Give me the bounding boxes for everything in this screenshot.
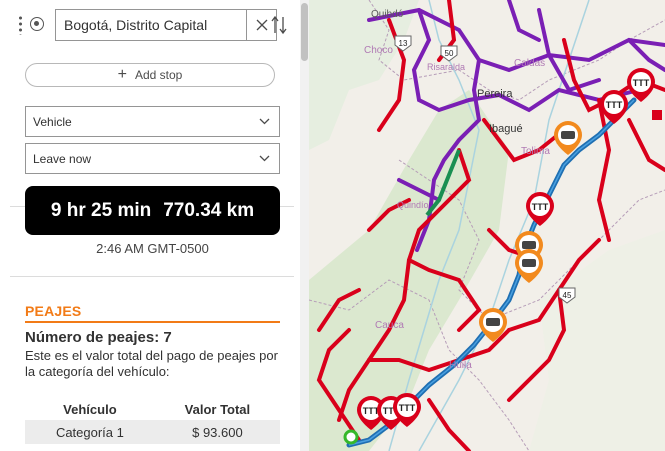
svg-text:TTT: TTT xyxy=(606,100,623,110)
map-canvas[interactable]: 13 50 40 45 Quibdó Choco Risaralda Calda… xyxy=(309,0,665,451)
total-value-cell: $ 93.600 xyxy=(154,420,280,444)
route-distance: 770.34 km xyxy=(163,199,255,221)
panel-scrollbar-thumb[interactable] xyxy=(301,3,308,61)
route-end-marker[interactable] xyxy=(343,429,359,445)
road-shield: 50 xyxy=(440,45,458,62)
chevron-down-icon xyxy=(259,118,270,125)
place-label: Cauca xyxy=(375,320,404,331)
route-summary-badge: 9 hr 25 min 770.34 km xyxy=(25,186,280,235)
place-label: Ibagué xyxy=(489,123,523,135)
add-stop-button[interactable]: + Add stop xyxy=(25,63,275,87)
map-view[interactable]: 13 50 40 45 Quibdó Choco Risaralda Calda… xyxy=(309,0,665,451)
tolls-section-title: PEAJES xyxy=(25,303,82,319)
place-label: Choco xyxy=(364,45,393,56)
swap-stops-icon[interactable] xyxy=(271,15,287,35)
boundary-line xyxy=(368,0,665,101)
divider xyxy=(10,276,294,277)
place-label: Caldas xyxy=(514,58,545,69)
place-label: Quindío xyxy=(397,200,429,210)
column-header-total: Valor Total xyxy=(184,401,251,417)
terrain-area xyxy=(529,230,665,451)
column-header-vehicle: Vehículo xyxy=(63,401,117,417)
svg-text:45: 45 xyxy=(563,291,572,300)
directions-panel: Bogotá, Distrito Capital + Add stop Vehi… xyxy=(0,0,309,451)
drag-handle-icon[interactable] xyxy=(19,15,22,35)
place-label: Tolima xyxy=(521,146,550,157)
close-icon xyxy=(256,19,267,31)
place-label: Pereira xyxy=(477,88,513,100)
place-label: Quibdó xyxy=(371,9,404,20)
departure-time-select[interactable]: Leave now xyxy=(25,143,280,174)
svg-text:TTT: TTT xyxy=(532,202,549,212)
travel-mode-select[interactable]: Vehicle xyxy=(25,106,280,137)
table-row: Categoría 1 $ 93.600 xyxy=(25,420,280,444)
place-label: Risaralda xyxy=(427,62,465,72)
origin-stop-row: Bogotá, Distrito Capital xyxy=(14,9,294,41)
svg-text:TTT: TTT xyxy=(399,403,416,413)
toll-fees-table: Vehículo Valor Total Categoría 1 $ 93.60… xyxy=(25,398,280,444)
plus-icon: + xyxy=(117,66,127,83)
route-duration: 9 hr 25 min xyxy=(50,199,152,221)
origin-input-value[interactable]: Bogotá, Distrito Capital xyxy=(56,17,246,33)
toll-description: Este es el valor total del pago de peaje… xyxy=(25,348,278,379)
svg-text:TTT: TTT xyxy=(633,78,650,88)
toll-marker[interactable]: TTT xyxy=(627,68,655,102)
place-label: Huila xyxy=(449,360,472,371)
departure-time-value: Leave now xyxy=(33,151,92,166)
chevron-down-icon xyxy=(259,155,270,162)
toll-count: Número de peajes: 7 xyxy=(25,329,172,346)
vehicle-category-cell: Categoría 1 xyxy=(25,420,155,444)
svg-text:50: 50 xyxy=(445,49,454,58)
travel-mode-value: Vehicle xyxy=(33,114,72,129)
origin-input[interactable]: Bogotá, Distrito Capital xyxy=(55,9,277,41)
origin-marker-icon xyxy=(30,17,44,31)
toll-marker[interactable]: TTT xyxy=(526,191,554,226)
panel-scrollbar[interactable] xyxy=(300,0,309,451)
svg-text:13: 13 xyxy=(399,39,408,48)
tolls-title-underline xyxy=(25,321,280,323)
route-start-marker[interactable] xyxy=(652,110,662,120)
add-stop-label: Add stop xyxy=(134,68,183,82)
arrival-time: 2:46 AM GMT-0500 xyxy=(96,241,209,256)
